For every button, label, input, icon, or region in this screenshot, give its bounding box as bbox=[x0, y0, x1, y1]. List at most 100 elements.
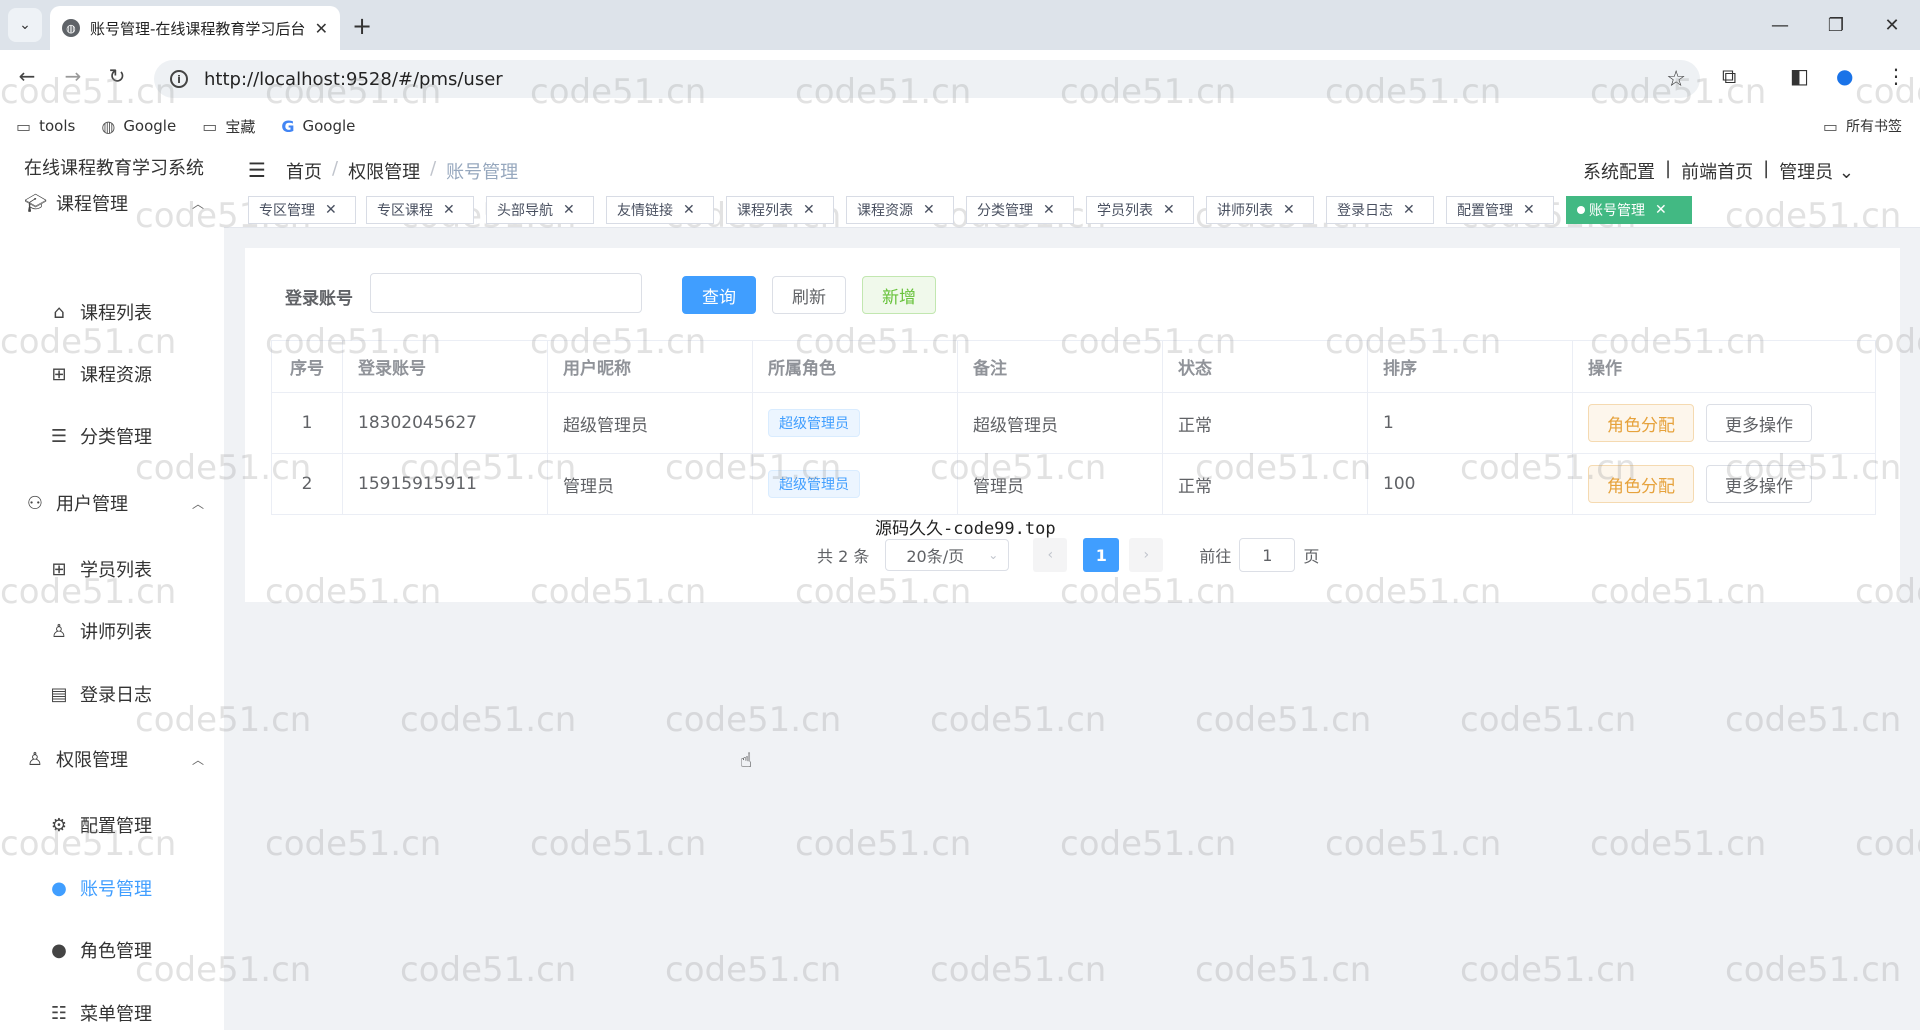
filter-account-input[interactable] bbox=[370, 273, 642, 313]
sidepanel-icon[interactable]: ◧ bbox=[1790, 64, 1809, 88]
tag-item[interactable]: 账号管理 ✕ bbox=[1566, 196, 1692, 224]
profile-icon[interactable]: ● bbox=[1836, 64, 1853, 88]
star-icon[interactable]: ☆ bbox=[1666, 67, 1686, 92]
sidebar-item-category[interactable]: ☰ 分类管理 bbox=[48, 423, 152, 449]
reload-icon[interactable]: ↻ bbox=[102, 64, 132, 88]
cell-sort: 1 bbox=[1368, 393, 1573, 453]
tag-label: 友情链接 bbox=[617, 203, 673, 219]
assign-role-button[interactable]: 角色分配 bbox=[1588, 465, 1694, 503]
tag-item[interactable]: 友情链接 ✕ bbox=[606, 196, 714, 224]
chevron-left-icon: ‹ bbox=[1047, 547, 1054, 563]
add-button[interactable]: 新增 bbox=[862, 276, 936, 314]
more-actions-button[interactable]: 更多操作 bbox=[1706, 404, 1812, 442]
sidebar-item-login-log[interactable]: ▤ 登录日志 bbox=[48, 681, 152, 707]
tag-close-icon[interactable]: ✕ bbox=[1043, 202, 1055, 218]
chevron-up-icon: ︿ bbox=[191, 496, 204, 511]
sidebar-item-course-resource[interactable]: ⊞ 课程资源 bbox=[48, 361, 152, 387]
tag-close-icon[interactable]: ✕ bbox=[1163, 202, 1175, 218]
sidebar-group-course[interactable]: 🎓︎ 课程管理 ︿ bbox=[24, 190, 204, 216]
cell-actions: 角色分配 更多操作 bbox=[1573, 393, 1876, 453]
more-actions-button[interactable]: 更多操作 bbox=[1706, 465, 1812, 503]
sidebar-item-menu[interactable]: ☷ 菜单管理 bbox=[48, 1000, 152, 1026]
plus-icon[interactable]: + bbox=[352, 12, 372, 40]
bookmark-google[interactable]: ◍ Google bbox=[101, 117, 176, 136]
tag-close-icon[interactable]: ✕ bbox=[563, 202, 575, 218]
tag-item[interactable]: 登录日志 ✕ bbox=[1326, 196, 1434, 224]
footer-source-text: 源码久久-code99.top bbox=[875, 519, 1056, 539]
app-header: ☰ 首页 / 权限管理 / 账号管理 系统配置 | 前端首页 | 管理员 ⌄ bbox=[224, 144, 1920, 190]
gear-icon: ⚙ bbox=[50, 814, 68, 836]
tag-close-icon[interactable]: ✕ bbox=[923, 202, 935, 218]
all-bookmarks[interactable]: ▭ 所有书签 bbox=[1823, 116, 1902, 136]
account-table: 序号 登录账号 用户昵称 所属角色 备注 状态 排序 操作 1 18302045… bbox=[271, 340, 1876, 515]
info-icon[interactable]: i bbox=[170, 70, 188, 88]
prev-page-button[interactable]: ‹ bbox=[1033, 538, 1068, 572]
sidebar-item-role[interactable]: ● 角色管理 bbox=[48, 937, 152, 963]
next-page-button[interactable]: › bbox=[1129, 538, 1164, 572]
goto-page-input[interactable]: 1 bbox=[1239, 538, 1296, 572]
tag-item[interactable]: 学员列表 ✕ bbox=[1086, 196, 1194, 224]
forward-arrow-icon[interactable]: → bbox=[58, 64, 88, 88]
query-button[interactable]: 查询 bbox=[682, 276, 756, 314]
tag-close-icon[interactable]: ✕ bbox=[1655, 202, 1667, 218]
sidebar-group-permission[interactable]: ♙ 权限管理 ︿ bbox=[24, 746, 204, 772]
bookmark-tools[interactable]: ▭ tools bbox=[16, 117, 75, 136]
tag-item[interactable]: 配置管理 ✕ bbox=[1446, 196, 1554, 224]
user-icon: ♙ bbox=[26, 748, 44, 770]
tag-close-icon[interactable]: ✕ bbox=[683, 202, 695, 218]
chevron-down-icon: ⌄ bbox=[988, 548, 999, 562]
frontend-home-link[interactable]: 前端首页 bbox=[1681, 158, 1753, 184]
back-arrow-icon[interactable]: ← bbox=[12, 64, 42, 88]
tag-close-icon[interactable]: ✕ bbox=[1523, 202, 1535, 218]
tag-item[interactable]: 分类管理 ✕ bbox=[966, 196, 1074, 224]
column-header: 状态 bbox=[1163, 341, 1368, 392]
restore-icon[interactable]: ❐ bbox=[1808, 0, 1864, 50]
more-menu-icon[interactable]: ⋮ bbox=[1886, 64, 1906, 88]
tag-close-icon[interactable]: ✕ bbox=[803, 202, 815, 218]
page-size-select[interactable]: 20条/页 ⌄ bbox=[885, 539, 1010, 571]
tag-item[interactable]: 课程资源 ✕ bbox=[846, 196, 954, 224]
tag-item[interactable]: 头部导航 ✕ bbox=[486, 196, 594, 224]
tag-close-icon[interactable]: ✕ bbox=[1403, 202, 1415, 218]
sidebar-item-course-list[interactable]: ⌂ 课程列表 bbox=[48, 299, 152, 325]
admin-dropdown[interactable]: 管理员 ⌄ bbox=[1779, 158, 1854, 184]
tab-search-chevron-icon[interactable]: ⌄ bbox=[8, 8, 42, 42]
hamburger-icon[interactable]: ☰ bbox=[248, 158, 266, 182]
breadcrumb-permission[interactable]: 权限管理 bbox=[348, 158, 420, 184]
tag-close-icon[interactable]: ✕ bbox=[1283, 202, 1295, 218]
sidebar-item-config[interactable]: ⚙ 配置管理 bbox=[48, 812, 152, 838]
close-icon[interactable]: ✕ bbox=[315, 19, 328, 38]
bookmark-treasure[interactable]: ▭ 宝藏 bbox=[202, 116, 255, 137]
system-config-link[interactable]: 系统配置 bbox=[1583, 158, 1655, 184]
tag-item[interactable]: 讲师列表 ✕ bbox=[1206, 196, 1314, 224]
tag-close-icon[interactable]: ✕ bbox=[443, 202, 455, 218]
tag-item[interactable]: 课程列表 ✕ bbox=[726, 196, 834, 224]
bookmark-google-2[interactable]: G Google bbox=[281, 117, 355, 136]
breadcrumb-home[interactable]: 首页 bbox=[286, 158, 322, 184]
tag-label: 课程列表 bbox=[737, 203, 793, 219]
tag-label: 头部导航 bbox=[497, 203, 553, 219]
cell-role: 超级管理员 bbox=[753, 454, 958, 514]
browser-tab[interactable]: ◍ 账号管理-在线课程教育学习后台 ✕ bbox=[50, 6, 340, 50]
cell-remark: 管理员 bbox=[958, 454, 1163, 514]
minimize-icon[interactable]: — bbox=[1752, 0, 1808, 50]
sidebar-item-student-list[interactable]: ⊞ 学员列表 bbox=[48, 556, 152, 582]
address-bar[interactable]: i http://localhost:9528/#/pms/user ☆ bbox=[154, 60, 1700, 98]
chevron-down-icon: ⌄ bbox=[1838, 162, 1854, 183]
table-row: 2 15915915911 管理员 超级管理员 管理员 正常 100 角色分配 … bbox=[271, 454, 1876, 515]
extensions-icon[interactable]: ⧉ bbox=[1722, 64, 1736, 88]
close-window-icon[interactable]: ✕ bbox=[1864, 0, 1920, 50]
page-number-current[interactable]: 1 bbox=[1083, 538, 1120, 572]
sidebar-item-teacher-list[interactable]: ♙ 讲师列表 bbox=[48, 618, 152, 644]
tag-item[interactable]: 专区课程 ✕ bbox=[366, 196, 474, 224]
hand-cursor-icon: ☝︎ bbox=[740, 748, 753, 772]
refresh-button[interactable]: 刷新 bbox=[772, 276, 846, 314]
sidebar-group-user[interactable]: ⚇ 用户管理 ︿ bbox=[24, 490, 204, 516]
tag-close-icon[interactable]: ✕ bbox=[325, 202, 337, 218]
tag-item[interactable]: 专区管理 ✕ bbox=[248, 196, 356, 224]
sidebar: 在线课程教育学习系统 🎓︎ 课程管理 ︿ ⌂ 课程列表 ⊞ 课程资源 ☰ 分类管… bbox=[0, 144, 224, 1030]
assign-role-button[interactable]: 角色分配 bbox=[1588, 404, 1694, 442]
table-row: 1 18302045627 超级管理员 超级管理员 超级管理员 正常 1 角色分… bbox=[271, 393, 1876, 454]
sidebar-item-account[interactable]: ● 账号管理 bbox=[48, 875, 152, 901]
column-header: 序号 bbox=[271, 341, 343, 392]
